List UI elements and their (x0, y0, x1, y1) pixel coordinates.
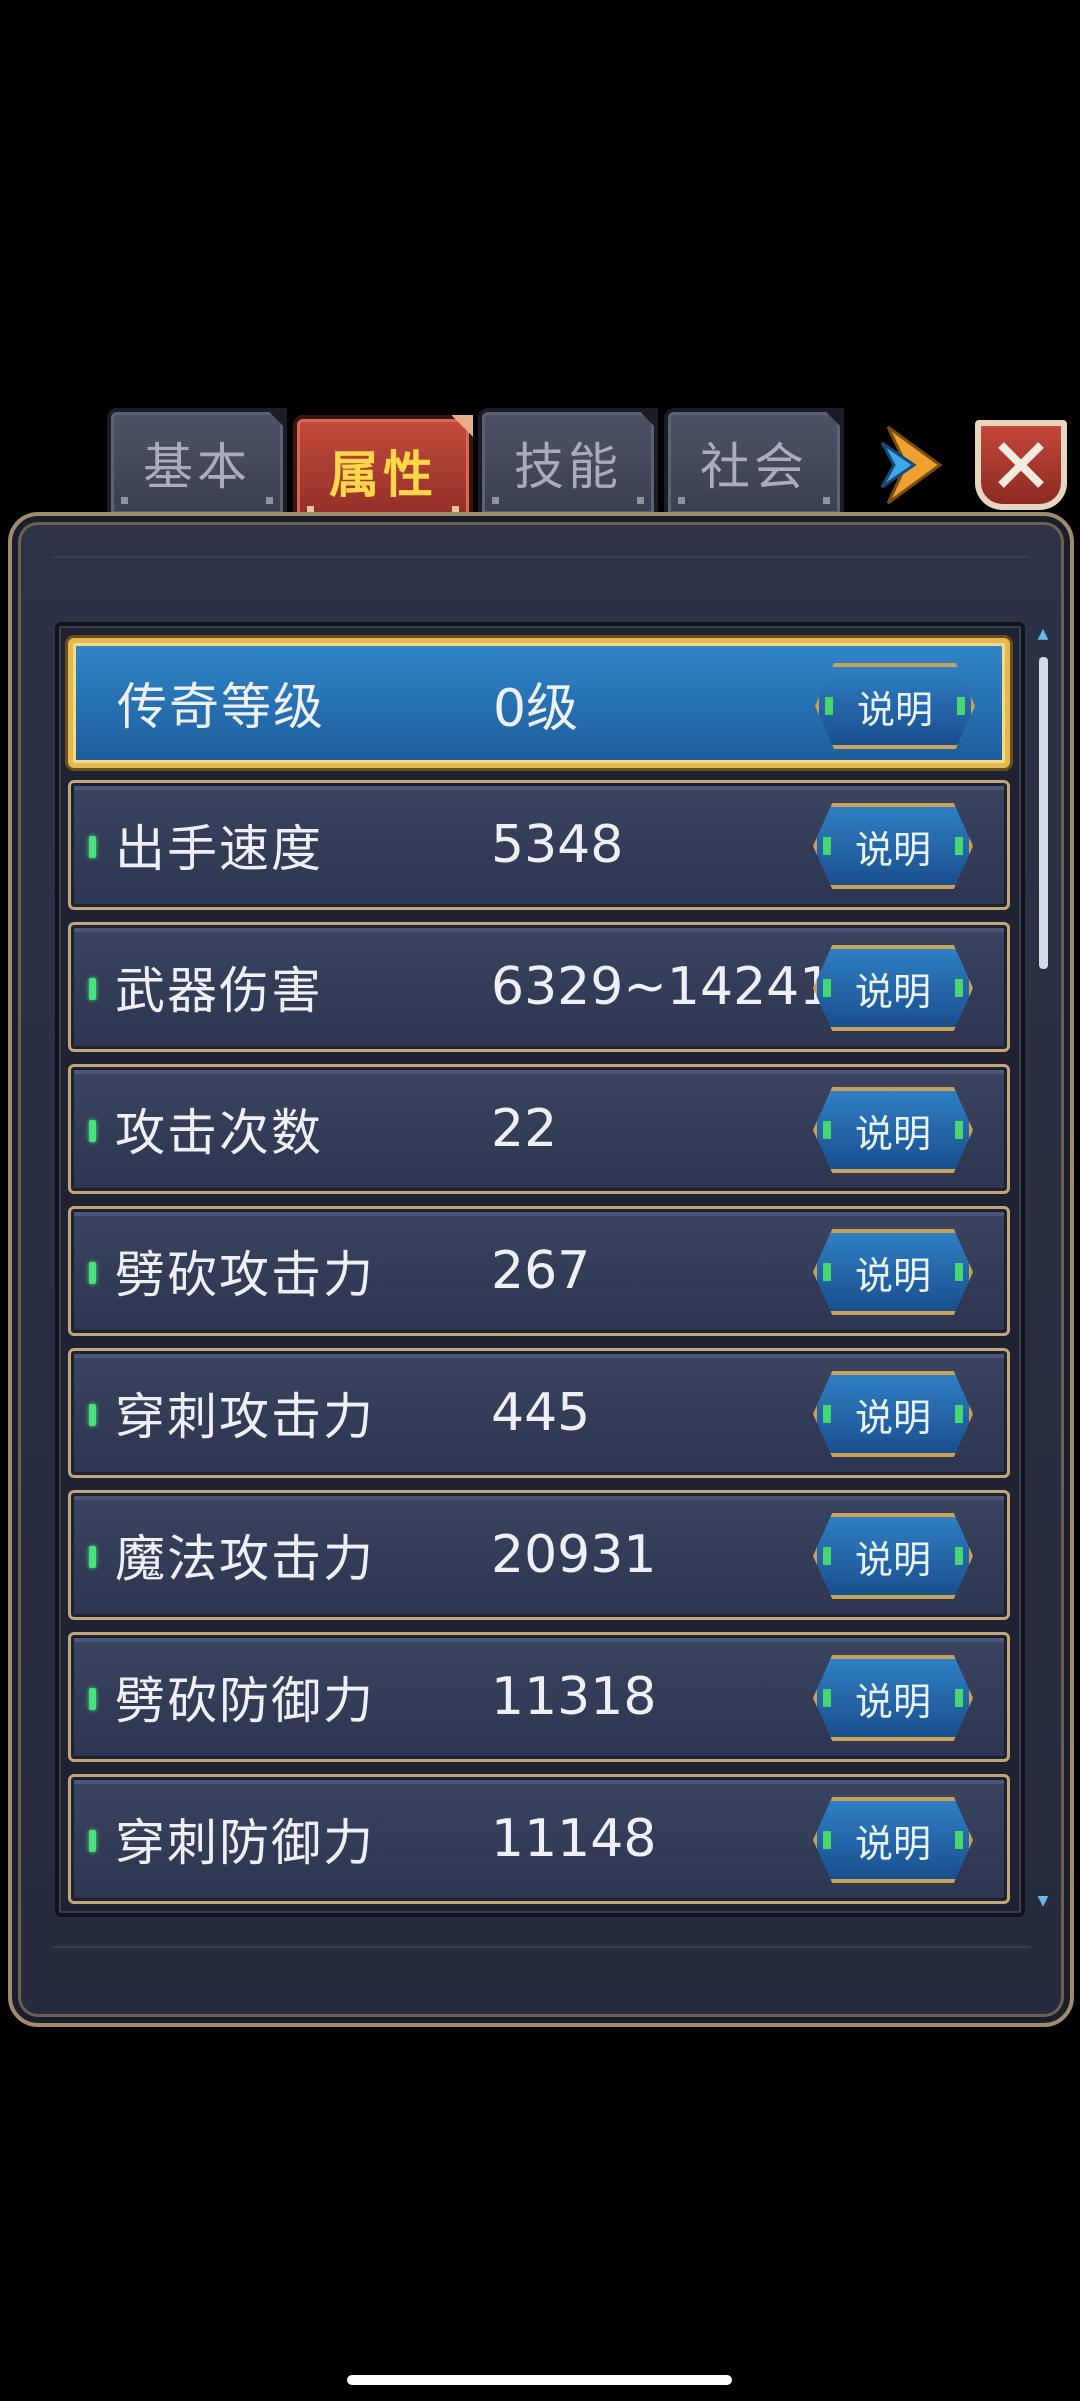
attribute-value: 11148 (491, 1809, 657, 1869)
scrollbar-thumb[interactable] (1039, 657, 1048, 969)
attribute-row: 攻击次数 22 说明 (68, 1064, 1010, 1194)
close-button[interactable] (975, 420, 1067, 510)
info-button[interactable]: 说明 (813, 803, 973, 889)
info-button[interactable]: 说明 (815, 663, 975, 749)
attribute-name: 劈砍攻击力 (115, 1246, 375, 1304)
attribute-name: 穿刺防御力 (115, 1814, 375, 1872)
panel-ornament-top (52, 556, 1030, 618)
indicator-icon (89, 1120, 96, 1142)
attribute-value: 20931 (491, 1525, 657, 1585)
attribute-value: 5348 (491, 815, 624, 875)
attribute-row: 穿刺攻击力 445 说明 (68, 1348, 1010, 1478)
attribute-value: 11318 (491, 1667, 657, 1727)
home-indicator[interactable] (347, 2375, 732, 2385)
attribute-value: 22 (491, 1099, 558, 1159)
attribute-row: 穿刺防御力 11148 说明 (68, 1774, 1010, 1904)
attribute-name: 穿刺攻击力 (115, 1388, 375, 1446)
info-button[interactable]: 说明 (813, 1513, 973, 1599)
panel-ornament-bottom (52, 1946, 1030, 2008)
tab-label: 基本 (143, 438, 251, 496)
indicator-icon (89, 1830, 96, 1852)
attribute-value: 445 (491, 1383, 591, 1443)
tab-basic[interactable]: 基本 (107, 408, 287, 518)
info-button[interactable]: 说明 (813, 1371, 973, 1457)
attribute-value: 267 (491, 1241, 591, 1301)
attribute-value: 0级 (493, 678, 579, 739)
indicator-icon (89, 978, 96, 1000)
attribute-row: 出手速度 5348 说明 (68, 780, 1010, 910)
info-button[interactable]: 说明 (813, 1655, 973, 1741)
attribute-row: 武器伤害 6329~14241 说明 (68, 922, 1010, 1052)
attribute-name: 武器伤害 (115, 962, 323, 1020)
tab-label: 社会 (700, 438, 808, 496)
tab-skills[interactable]: 技能 (478, 408, 658, 518)
attribute-row: 劈砍防御力 11318 说明 (68, 1632, 1010, 1762)
attribute-name: 攻击次数 (115, 1104, 323, 1162)
attribute-name: 魔法攻击力 (115, 1530, 375, 1588)
scroll-down-icon: ▼ (1037, 1893, 1049, 1909)
attribute-value: 6329~14241 (491, 957, 833, 1017)
tab-label: 技能 (514, 438, 622, 496)
attribute-row-legend-level: 传奇等级 0级 说明 (68, 638, 1010, 768)
attribute-row: 魔法攻击力 20931 说明 (68, 1490, 1010, 1620)
indicator-icon (89, 836, 96, 858)
info-button[interactable]: 说明 (813, 1797, 973, 1883)
info-button[interactable]: 说明 (813, 945, 973, 1031)
attribute-name: 劈砍防御力 (115, 1672, 375, 1730)
info-button[interactable]: 说明 (813, 1229, 973, 1315)
indicator-icon (89, 1546, 96, 1568)
attribute-name: 传奇等级 (117, 678, 325, 736)
tab-label: 属性 (329, 446, 437, 504)
info-button[interactable]: 说明 (813, 1087, 973, 1173)
indicator-icon (89, 1262, 96, 1284)
tab-social[interactable]: 社会 (664, 408, 844, 518)
indicator-icon (89, 1404, 96, 1426)
attribute-name: 出手速度 (115, 820, 323, 878)
close-icon (998, 442, 1044, 488)
indicator-icon (89, 1688, 96, 1710)
scroll-up-icon: ▲ (1037, 626, 1049, 642)
tab-attributes[interactable]: 属性 (293, 415, 473, 527)
next-arrow-icon[interactable] (880, 425, 944, 505)
attribute-row: 劈砍攻击力 267 说明 (68, 1206, 1010, 1336)
